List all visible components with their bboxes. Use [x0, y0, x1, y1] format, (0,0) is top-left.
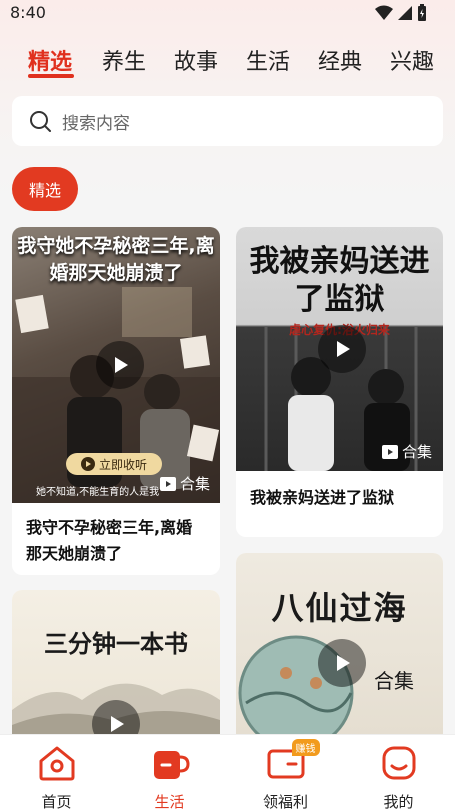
- nav-home[interactable]: 首页: [0, 735, 113, 812]
- wifi-icon: [375, 5, 393, 20]
- profile-icon: [379, 745, 419, 781]
- collection-tag: 合集: [160, 473, 210, 494]
- tab-health[interactable]: 养生: [102, 44, 146, 76]
- earn-badge: 赚钱: [291, 739, 320, 756]
- cover-headline: 我被亲妈送进了监狱: [249, 244, 430, 317]
- status-bar: 8:40: [0, 0, 455, 26]
- active-tab-indicator: [28, 74, 74, 78]
- cover-headline: 我守她不孕秘密三年,离婚那天她崩溃了: [17, 235, 215, 284]
- listen-now-label: 立即收听: [98, 457, 147, 472]
- nav-rewards[interactable]: 赚钱 领福利: [229, 735, 342, 812]
- play-icon: [111, 716, 124, 732]
- play-button[interactable]: [318, 325, 366, 373]
- content-card[interactable]: 我守她不孕秘密三年,离婚那天她崩溃了 立即收听 她不知道,不能生育的人是我 合集…: [12, 227, 220, 575]
- battery-icon: [418, 4, 426, 21]
- nav-home-label: 首页: [41, 793, 72, 811]
- content-card[interactable]: 我被亲妈送进了监狱 虐心复仇:浴火归来 合集 我被亲妈送进了监狱: [236, 227, 443, 537]
- search-input[interactable]: 搜索内容: [62, 109, 130, 134]
- content-card[interactable]: 八仙过海 合集: [236, 553, 443, 753]
- play-icon: [337, 341, 350, 357]
- bottom-nav: 首页 生活 赚钱 领福利 我的: [0, 734, 455, 812]
- filter-chip-featured[interactable]: 精选: [12, 167, 78, 211]
- home-icon: [37, 745, 77, 781]
- tab-interests[interactable]: 兴趣: [390, 44, 434, 76]
- content-card[interactable]: 三分钟一本书: [12, 590, 220, 750]
- nav-profile-label: 我的: [383, 793, 414, 811]
- card-cover: 三分钟一本书: [12, 590, 220, 750]
- category-tabs: 精选 养生 故事 生活 经典 兴趣: [0, 44, 455, 80]
- play-button[interactable]: [318, 639, 366, 687]
- tab-life[interactable]: 生活: [246, 44, 290, 76]
- cover-subtitle: 她不知道,不能生育的人是我: [36, 487, 160, 498]
- play-icon: [115, 357, 128, 373]
- card-cover: 我守她不孕秘密三年,离婚那天她崩溃了 立即收听 她不知道,不能生育的人是我 合集: [12, 227, 220, 503]
- collection-label: 合集: [402, 443, 433, 461]
- search-icon: [30, 111, 51, 132]
- cover-headline: 三分钟一本书: [44, 630, 188, 658]
- search-bar[interactable]: 搜索内容: [12, 96, 443, 146]
- status-icons: [375, 4, 427, 22]
- card-title: 我被亲妈送进了监狱: [250, 488, 395, 507]
- status-time: 8:40: [10, 3, 46, 22]
- card-cover: 八仙过海 合集: [236, 553, 443, 753]
- nav-life-label: 生活: [154, 793, 185, 811]
- card-title: 我守不孕秘密三年,离婚那天她崩溃了: [26, 518, 193, 563]
- video-icon: [382, 444, 398, 459]
- cover-headline: 八仙过海: [271, 589, 408, 627]
- play-icon: [337, 655, 350, 671]
- tab-stories[interactable]: 故事: [174, 44, 218, 76]
- wallet-icon: 赚钱: [266, 739, 320, 781]
- tab-featured[interactable]: 精选: [28, 44, 72, 76]
- collection-label: 合集: [180, 475, 211, 493]
- cup-icon: [150, 745, 190, 781]
- nav-rewards-label: 领福利: [262, 793, 308, 811]
- video-icon: [160, 476, 176, 491]
- collection-tag: 合集: [382, 441, 432, 462]
- play-circle-icon: [80, 457, 95, 471]
- nav-life[interactable]: 生活: [113, 735, 226, 812]
- collection-label: 合集: [374, 669, 414, 693]
- card-cover: 我被亲妈送进了监狱 虐心复仇:浴火归来 合集: [236, 227, 443, 471]
- listen-now-button[interactable]: 立即收听: [66, 453, 162, 475]
- play-button[interactable]: [96, 341, 144, 389]
- tab-classics[interactable]: 经典: [318, 44, 362, 76]
- signal-icon: [398, 6, 412, 20]
- nav-profile[interactable]: 我的: [342, 735, 455, 812]
